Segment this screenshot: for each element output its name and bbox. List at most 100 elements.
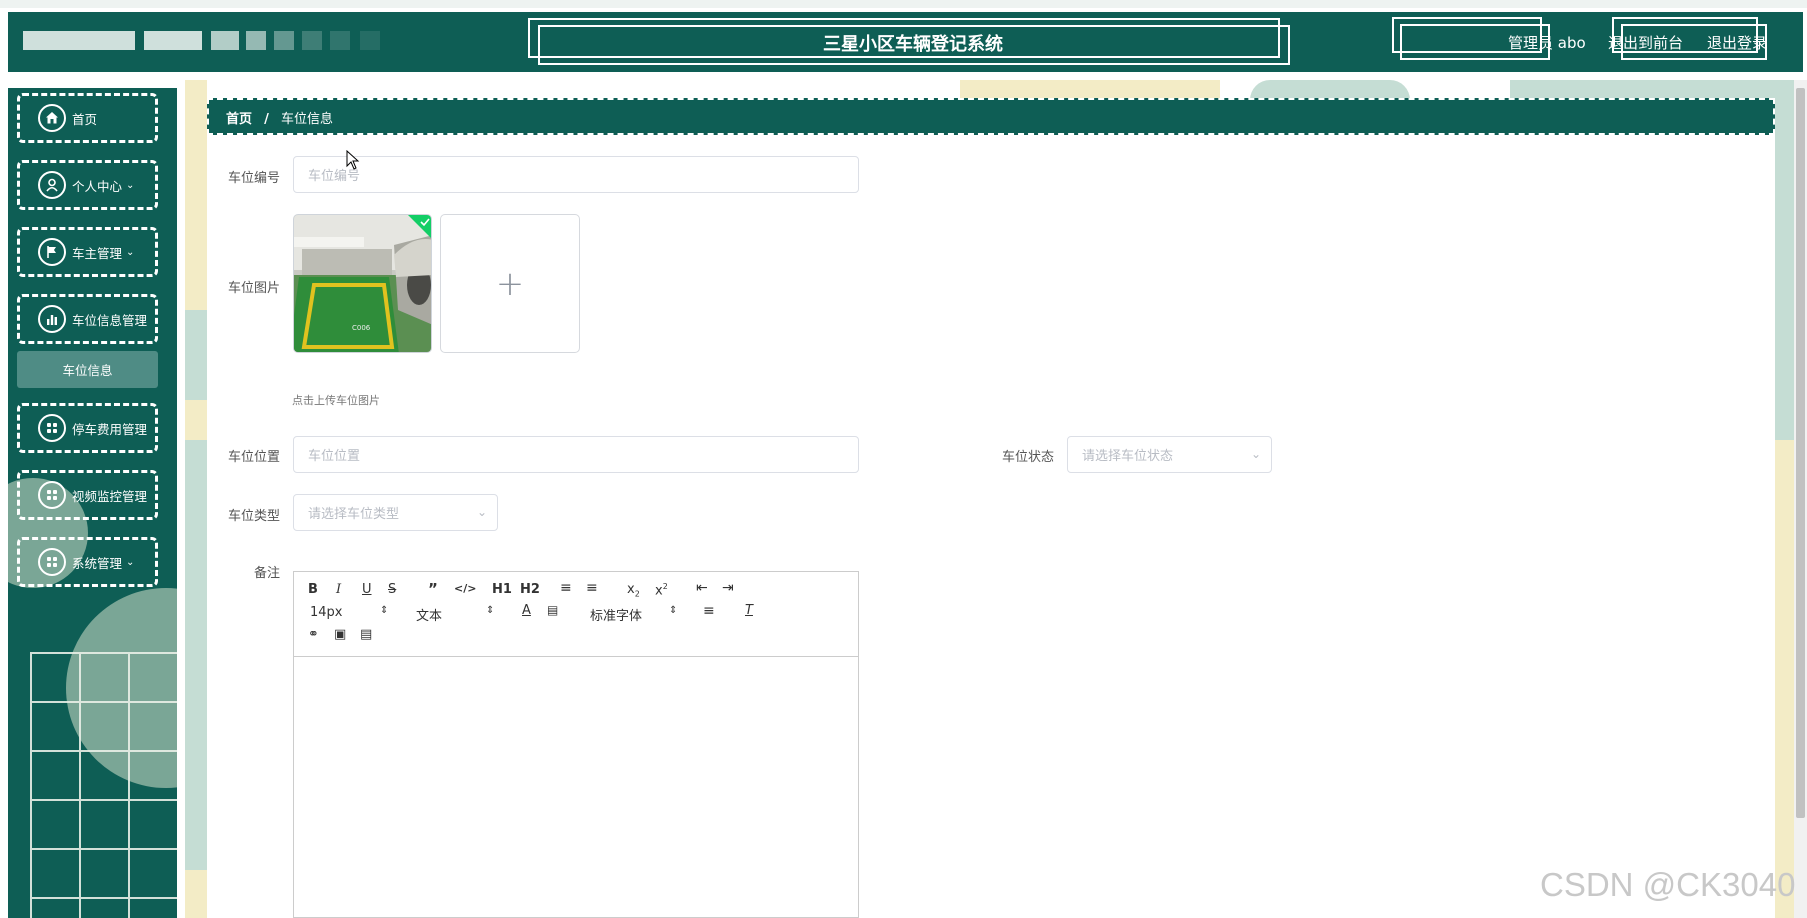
indent-icon[interactable]: ⇥ xyxy=(722,580,734,596)
quote-button[interactable]: ” xyxy=(428,580,438,598)
superscript-button[interactable]: x2 xyxy=(655,582,668,598)
code-button[interactable]: </> xyxy=(454,582,476,595)
sidebar-item-personal-center[interactable]: 个人中心 ⌄ xyxy=(17,160,158,210)
home-icon xyxy=(38,104,66,132)
header-deco-block xyxy=(302,31,322,50)
sidebar-item-label: 首页 xyxy=(72,111,98,127)
breadcrumb-home[interactable]: 首页 xyxy=(226,112,252,127)
bullet-list-icon[interactable]: ≡ xyxy=(586,580,598,596)
grid-icon xyxy=(38,548,66,576)
font-size-select[interactable]: 14px xyxy=(310,605,343,620)
header-deco-block xyxy=(360,31,380,50)
top-header: 三星小区车辆登记系统 管理员 abo 退出到前台 退出登录 xyxy=(8,12,1803,72)
breadcrumb-separator: / xyxy=(264,112,269,127)
sidebar-item-label: 停车费用管理 xyxy=(72,421,148,437)
chart-icon xyxy=(38,305,66,333)
chevron-down-icon: ⌄ xyxy=(126,556,135,568)
scrollbar-thumb[interactable] xyxy=(1796,88,1805,818)
status-select[interactable]: 请选择车位状态 ⌄ xyxy=(1067,436,1272,473)
space-no-label: 车位编号 xyxy=(228,171,281,186)
breadcrumb-bar xyxy=(207,98,1775,135)
bg-decoration xyxy=(1250,80,1410,100)
image-icon[interactable]: ▣ xyxy=(334,627,346,642)
breadcrumb-current: 车位信息 xyxy=(281,112,334,127)
sort-arrows-icon: ⇕ xyxy=(669,605,678,616)
user-icon xyxy=(38,171,66,199)
clear-format-icon[interactable]: T xyxy=(745,603,753,618)
font-color-icon[interactable]: A xyxy=(522,603,531,618)
header-deco-block xyxy=(330,31,350,50)
bold-button[interactable]: B xyxy=(308,582,318,597)
sidebar-item-parking-fee[interactable]: 停车费用管理 xyxy=(17,403,158,453)
chevron-down-icon: ⌄ xyxy=(126,179,135,191)
chevron-down-icon: ⌄ xyxy=(476,505,487,519)
align-icon[interactable]: ≡ xyxy=(703,603,715,619)
editor-toolbar: B I U S ” </> H1 H2 ≡ ≡ x2 x2 ⇤ ⇥ 14px ⇕… xyxy=(294,572,858,657)
add-image-button[interactable]: + xyxy=(440,214,580,353)
location-placeholder: 车位位置 xyxy=(308,449,361,464)
submenu-item-space-info[interactable]: 车位信息 xyxy=(17,351,158,388)
mouse-cursor-icon xyxy=(346,150,360,170)
exit-to-front-link[interactable]: 退出到前台 xyxy=(1608,32,1683,53)
sort-arrows-icon: ⇕ xyxy=(380,605,389,616)
sidebar-item-owner-management[interactable]: 车主管理 ⌄ xyxy=(17,227,158,277)
ordered-list-icon[interactable]: ≡ xyxy=(560,580,572,596)
sidebar-item-video-monitor[interactable]: 视频监控管理 xyxy=(17,470,158,520)
remark-editor[interactable]: B I U S ” </> H1 H2 ≡ ≡ x2 x2 ⇤ ⇥ 14px ⇕… xyxy=(293,571,859,918)
sidebar-item-home[interactable]: 首页 xyxy=(17,93,158,143)
font-family-select[interactable]: 标准字体 xyxy=(590,605,642,624)
page-scrollbar[interactable] xyxy=(1794,80,1807,918)
sidebar-item-space-management[interactable]: 车位信息管理 xyxy=(17,294,158,344)
link-icon[interactable]: ⚭ xyxy=(308,627,319,642)
heading-select[interactable]: 文本 xyxy=(416,605,442,624)
space-image-label: 车位图片 xyxy=(228,281,281,296)
status-label: 车位状态 xyxy=(1002,450,1055,465)
grid-icon xyxy=(38,414,66,442)
sidebar-deco-grid xyxy=(30,652,177,918)
chevron-down-icon: ⌄ xyxy=(126,246,135,258)
sidebar-item-label: 车位信息管理 xyxy=(72,312,148,328)
sort-arrows-icon: ⇕ xyxy=(486,605,495,616)
bg-decoration xyxy=(1510,80,1794,100)
sidebar-item-label: 视频监控管理 xyxy=(72,488,148,504)
remark-label: 备注 xyxy=(254,566,281,581)
subscript-button[interactable]: x2 xyxy=(627,582,640,599)
type-label: 车位类型 xyxy=(228,509,281,524)
thumb-caption: C006 xyxy=(352,324,371,332)
underline-button[interactable]: U xyxy=(362,582,372,597)
chevron-down-icon: ⌄ xyxy=(1250,447,1261,461)
strike-button[interactable]: S xyxy=(388,582,396,597)
browser-top-line xyxy=(0,0,1807,8)
bg-decoration xyxy=(185,440,207,870)
video-icon[interactable]: ▤ xyxy=(360,627,372,642)
sidebar-item-label: 车主管理 xyxy=(72,245,123,261)
h1-button[interactable]: H1 xyxy=(492,582,512,597)
header-deco-block xyxy=(246,31,266,50)
type-placeholder: 请选择车位类型 xyxy=(308,507,400,522)
background-color-icon[interactable]: ▤ xyxy=(547,603,558,617)
outdent-icon[interactable]: ⇤ xyxy=(696,580,708,596)
italic-button[interactable]: I xyxy=(336,582,341,597)
app-root: 三星小区车辆登记系统 管理员 abo 退出到前台 退出登录 首页 个人中心 ⌄ … xyxy=(0,0,1807,918)
flag-icon xyxy=(38,238,66,266)
space-no-input[interactable]: 车位编号 xyxy=(293,156,859,193)
uploaded-space-image[interactable]: C006 xyxy=(293,214,432,353)
sidebar-item-label: 个人中心 xyxy=(72,178,123,194)
watermark-text: CSDN @CK3040 xyxy=(1540,866,1796,903)
type-select[interactable]: 请选择车位类型 ⌄ xyxy=(293,494,498,531)
parking-photo-image: C006 xyxy=(294,215,431,352)
bg-decoration xyxy=(185,310,207,400)
sidebar-item-system-management[interactable]: 系统管理 ⌄ xyxy=(17,537,158,587)
plus-icon: + xyxy=(495,263,525,304)
header-deco-block xyxy=(274,31,294,50)
grid-icon xyxy=(38,481,66,509)
status-placeholder: 请选择车位状态 xyxy=(1082,449,1174,464)
header-deco-block xyxy=(144,31,202,50)
h2-button[interactable]: H2 xyxy=(520,582,540,597)
location-input[interactable]: 车位位置 xyxy=(293,436,859,473)
bg-decoration xyxy=(1775,440,1794,918)
admin-user-label: 管理员 abo xyxy=(1508,34,1586,52)
bg-decoration xyxy=(960,80,1220,100)
location-label: 车位位置 xyxy=(228,450,281,465)
logout-link[interactable]: 退出登录 xyxy=(1707,32,1767,53)
